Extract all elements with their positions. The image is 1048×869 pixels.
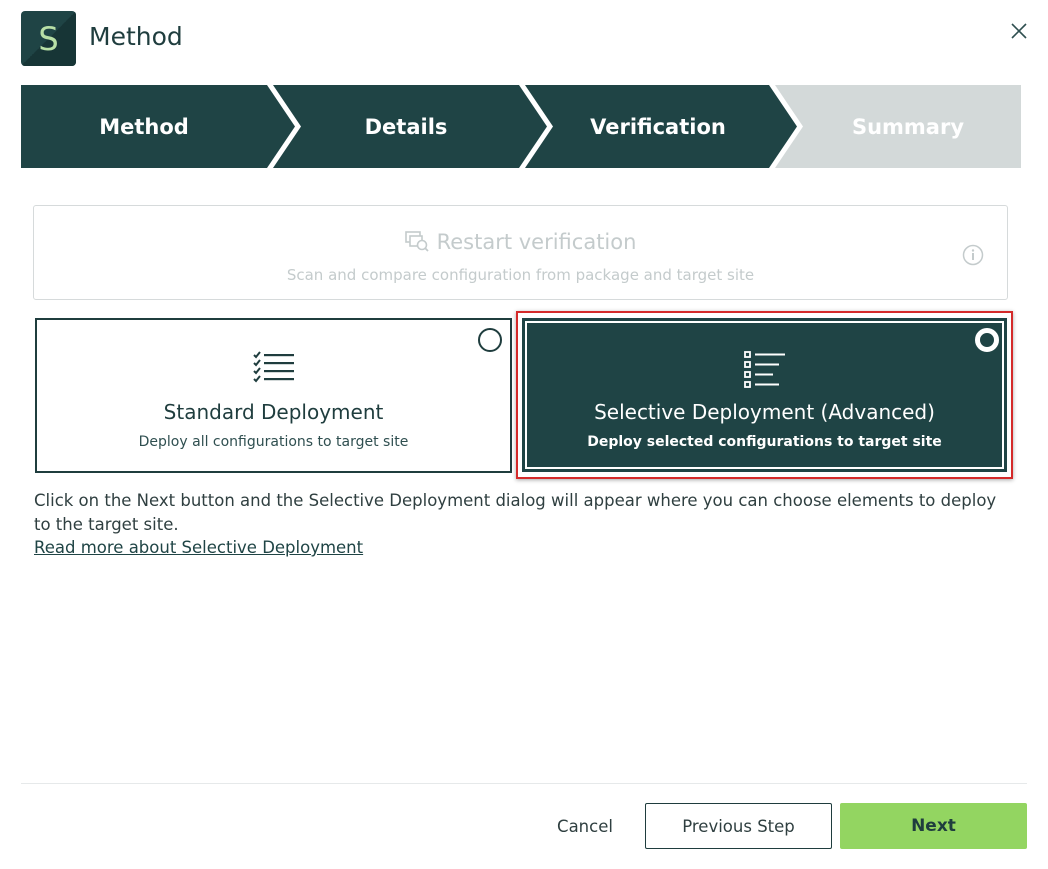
selective-radio[interactable] (975, 328, 999, 352)
selective-list-icon (743, 351, 786, 393)
description-text: Click on the Next button and the Selecti… (34, 491, 997, 534)
close-icon[interactable] (1006, 18, 1032, 44)
restart-subtitle: Scan and compare configuration from pack… (286, 266, 755, 284)
selective-deployment-option[interactable]: Selective Deployment (Advanced) Deploy s… (522, 318, 1007, 472)
step-details[interactable]: Details (283, 85, 529, 168)
step-method[interactable]: Method (21, 85, 267, 168)
restart-title: Restart verification (436, 230, 637, 254)
restart-verification-card: Restart verification Scan and compare co… (33, 205, 1008, 300)
logo-letter: S (38, 19, 59, 58)
standard-title: Standard Deployment (163, 400, 384, 424)
footer-divider (21, 783, 1027, 784)
cancel-button[interactable]: Cancel (545, 803, 625, 849)
standard-subtitle: Deploy all configurations to target site (138, 434, 409, 450)
wizard-stepper: Method Details Verification Summary (21, 85, 1021, 168)
step-verification[interactable]: Verification (535, 85, 781, 168)
restart-verification-icon (404, 230, 429, 257)
app-logo: S (21, 11, 76, 66)
dialog-title: Method (89, 22, 183, 51)
checklist-icon (252, 351, 295, 389)
next-button[interactable]: Next (840, 803, 1027, 849)
standard-radio[interactable] (478, 328, 502, 352)
info-icon[interactable] (962, 244, 984, 266)
step-summary: Summary (851, 114, 965, 139)
selective-subtitle: Deploy selected configurations to target… (587, 434, 942, 450)
selective-title: Selective Deployment (Advanced) (594, 400, 935, 424)
read-more-link[interactable]: Read more about Selective Deployment (34, 536, 363, 560)
previous-step-button[interactable]: Previous Step (645, 803, 832, 849)
restart-title-row: Restart verification (34, 230, 1007, 257)
standard-deployment-option[interactable]: Standard Deployment Deploy all configura… (35, 318, 512, 473)
